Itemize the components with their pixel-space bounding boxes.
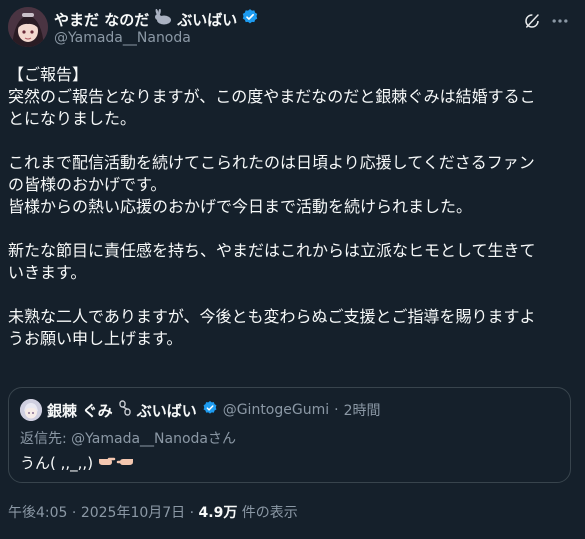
pointing-fingers-icon: [98, 454, 134, 472]
post-text: 【ご報告】 突然のご報告となりますが、この度やまだなのだと銀棘ぐみは結婚するこ …: [8, 64, 573, 350]
author-name-suffix[interactable]: ぶいばい: [177, 9, 237, 30]
quote-avatar[interactable]: [20, 399, 42, 421]
post-line: 突然のご報告となりますが、この度やまだなのだと銀棘ぐみは結婚するこ: [8, 87, 536, 106]
post-meta: 午後4:05 · 2025年10月7日 · 4.9万 件の表示: [8, 502, 298, 522]
post-line: 【ご報告】: [8, 65, 89, 84]
author-display-name[interactable]: やまだ なのだ: [54, 9, 149, 30]
post-line: うお願い申し上げます。: [8, 329, 183, 348]
post-line: 未熟な二人でありますが、今後とも変わらぬご支援とご指導を賜りますよ: [8, 307, 536, 326]
post-line: とになりました。: [8, 109, 137, 128]
quote-display-name[interactable]: 銀棘 ぐみ: [47, 400, 113, 421]
quote-header: 銀棘 ぐみ ぶいばい @GintogeGumi · 2時間: [20, 399, 381, 421]
avatar-image: [8, 7, 48, 47]
view-label: 件の表示: [237, 505, 298, 521]
rabbit-icon: [153, 8, 173, 29]
post-line: いきます。: [8, 263, 87, 282]
view-count[interactable]: 4.9万: [199, 505, 238, 521]
meta-separator: ·: [67, 505, 81, 521]
reply-suffix: さん: [208, 431, 237, 447]
meta-separator: ·: [185, 505, 199, 521]
verified-badge-icon: [241, 8, 259, 30]
post-date[interactable]: 2025年10月7日: [81, 505, 185, 521]
author-handle[interactable]: @Yamada__Nanoda: [54, 30, 191, 46]
post-line: の皆様のおかげです。: [8, 175, 167, 194]
post-header: やまだ なのだ ぶいばい @Yamada__Nanoda: [8, 7, 577, 49]
reply-prefix: 返信先:: [20, 431, 72, 447]
post-line: 皆様からの熱い応援のおかげで今日まで活動を続けられました。: [8, 197, 473, 216]
chain-icon: [118, 400, 132, 420]
post-line: これまで配信活動を続けてこられたのは日頃より応援してくださるファン: [8, 153, 535, 172]
grok-icon[interactable]: [521, 10, 543, 32]
more-icon[interactable]: [549, 10, 571, 32]
verified-badge-icon: [202, 400, 218, 420]
post-line: 新たな節目に責任感を持ち、やまだはこれからは立派なヒモとして生きて: [8, 241, 536, 260]
quote-handle[interactable]: @GintogeGumi: [223, 402, 329, 418]
quote-separator: ·: [334, 402, 339, 418]
quote-text: うん( ,,_,,): [20, 452, 134, 473]
post-time[interactable]: 午後4:05: [8, 505, 67, 521]
quoted-post[interactable]: 銀棘 ぐみ ぶいばい @GintogeGumi · 2時間 返信先: @Yama: [8, 387, 571, 483]
quote-time[interactable]: 2時間: [344, 400, 381, 420]
post-card: やまだ なのだ ぶいばい @Yamada__Nanoda 【ご報告】 突然のご報…: [0, 0, 585, 539]
quote-name-suffix[interactable]: ぶいばい: [137, 400, 197, 421]
author-avatar[interactable]: [8, 7, 48, 47]
author-name-row: やまだ なのだ ぶいばい: [54, 8, 259, 30]
quote-reply-context: 返信先: @Yamada__Nanodaさん: [20, 428, 236, 448]
quote-text-body: うん( ,,_,,): [20, 454, 94, 472]
reply-mention[interactable]: @Yamada__Nanoda: [71, 431, 208, 447]
